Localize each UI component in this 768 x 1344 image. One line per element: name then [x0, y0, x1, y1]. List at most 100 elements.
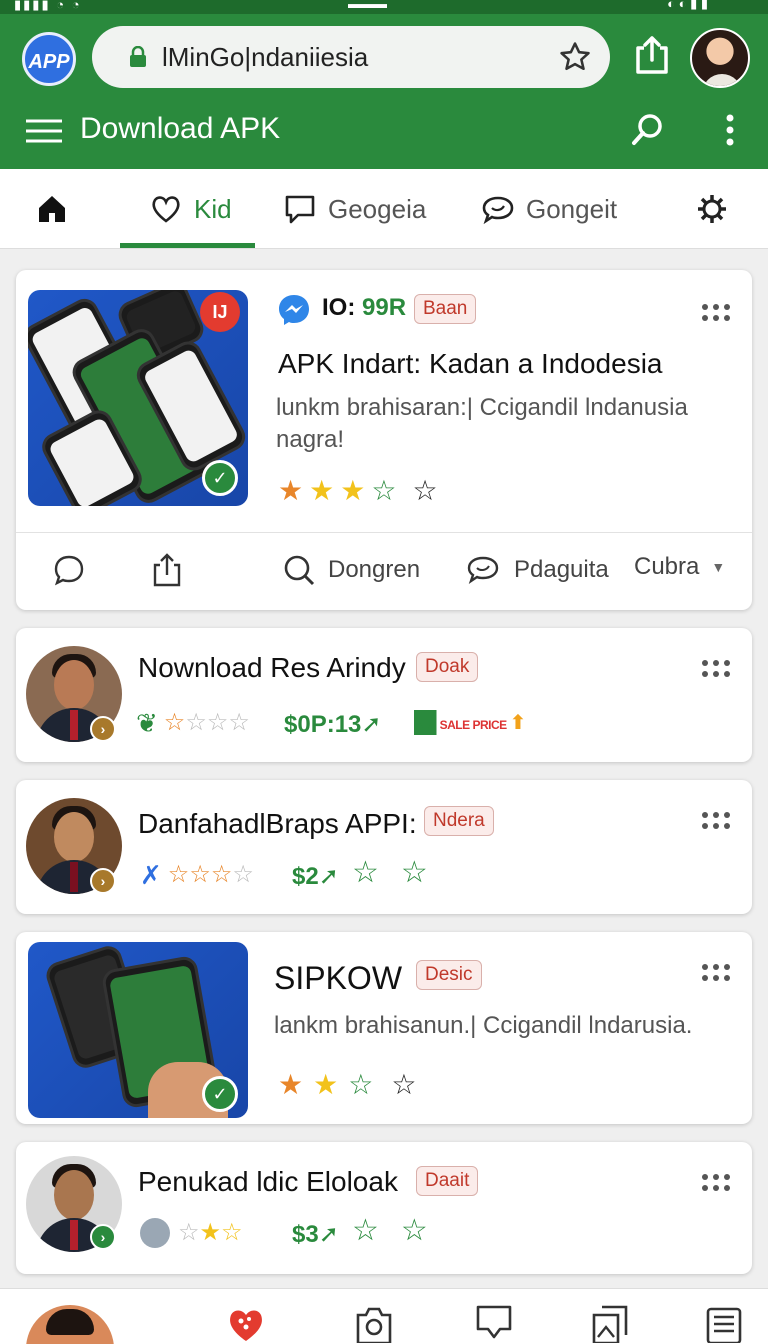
filter-dropdown[interactable]: Cubra ▼: [634, 553, 725, 581]
star-outline-icon: ☆: [221, 1219, 243, 1246]
app-title[interactable]: APK Indart: Kadan a Indodesia: [278, 348, 663, 380]
verified-check-icon: ✓: [202, 1076, 238, 1112]
chat-action[interactable]: Pdaguita: [466, 553, 609, 587]
share-button[interactable]: [150, 553, 184, 587]
url-text[interactable]: lMinGo|ndaniiesia: [162, 42, 368, 73]
heart-icon: [152, 196, 180, 223]
avatar-tie: [70, 862, 78, 892]
status-bar: ▮▮▮▮ ◔ ◔ ▬▬▬ ◐ ◐ ▮ ▮: [0, 0, 768, 14]
app-card[interactable]: ✓ SIPKOW Desic lankm brahisanun.| Ccigan…: [16, 932, 752, 1124]
star-outline-icon: ☆: [167, 861, 190, 888]
gallery-icon[interactable]: [590, 1303, 630, 1343]
search-icon: [284, 555, 315, 586]
search-action-label: Dongren: [328, 556, 421, 583]
hamburger-menu-icon[interactable]: [26, 118, 62, 144]
price-label: $3➚: [292, 1221, 339, 1248]
verified-check-icon: ✓: [202, 460, 238, 496]
url-bar[interactable]: lMinGo|ndaniiesia: [92, 26, 610, 88]
news-icon[interactable]: [704, 1303, 744, 1343]
star-icon: ★: [340, 475, 366, 506]
app-title[interactable]: DanfahadlBraps APPI:: [138, 808, 417, 840]
card-options-icon[interactable]: [702, 304, 732, 324]
avatar-face: [54, 660, 94, 710]
share-icon[interactable]: [632, 34, 672, 76]
more-vert-icon[interactable]: [718, 112, 742, 148]
star-outline-icon[interactable]: ☆: [401, 858, 428, 888]
app-header: APP lMinGo|ndaniiesia Download APK: [0, 14, 768, 169]
user-avatar[interactable]: [690, 28, 750, 88]
tab-settings[interactable]: [696, 169, 740, 249]
app-logo[interactable]: APP: [22, 32, 76, 86]
category-tag[interactable]: Desic: [416, 960, 482, 990]
search-icon[interactable]: [630, 112, 666, 148]
app-screenshot-thumbnail[interactable]: ✓: [28, 942, 248, 1118]
card-options-icon[interactable]: [702, 964, 732, 984]
lock-icon: [130, 46, 146, 67]
camera-icon[interactable]: [354, 1303, 394, 1343]
avatar-hair: [46, 1309, 94, 1335]
chevron-right-icon: ›: [90, 868, 116, 894]
rating-stars: ❦ ☆ ☆ ☆ ☆: [136, 708, 250, 738]
app-screenshot-thumbnail[interactable]: IJ ✓: [28, 290, 248, 506]
star-outline-icon: ☆: [348, 1069, 374, 1100]
star-icon: ★: [199, 1219, 222, 1246]
tab-geogeia[interactable]: Geogeia: [284, 169, 426, 249]
category-tag[interactable]: Doak: [416, 652, 479, 682]
star-icon: ★: [278, 1069, 304, 1100]
chat-action-label: Pdaguita: [514, 556, 609, 583]
tab-label: Geogeia: [328, 193, 427, 224]
app-meta: IO: 99R: [322, 294, 407, 321]
star-outline-icon: ☆: [206, 709, 229, 736]
profile-avatar[interactable]: [26, 1305, 114, 1344]
star-outline-icon: ☆: [189, 861, 211, 888]
gear-icon: [698, 195, 726, 223]
star-outline-icon: ☆: [232, 861, 254, 888]
app-card[interactable]: › Nownload Res Arindy Doak ❦ ☆ ☆ ☆ ☆ $0P…: [16, 628, 752, 762]
app-title[interactable]: Nownload Res Arindy: [138, 652, 406, 684]
category-tag[interactable]: Baan: [414, 294, 477, 324]
card-options-icon[interactable]: [702, 812, 732, 832]
card-options-icon[interactable]: [702, 1174, 732, 1194]
runner-icon: ✗: [140, 860, 162, 890]
star-outline-icon[interactable]: ☆: [391, 1070, 416, 1100]
chat-icon[interactable]: [474, 1303, 514, 1343]
app-card[interactable]: › Penukad ldic Eloloak Daait ☆ ★ ☆ $3➚ ☆…: [16, 1142, 752, 1274]
comment-button[interactable]: [52, 553, 86, 587]
tab-gongeit[interactable]: Gongeit: [482, 169, 617, 249]
tab-label: Kid: [194, 193, 232, 224]
heart-icon[interactable]: [226, 1303, 266, 1343]
category-tag[interactable]: Daait: [416, 1166, 479, 1196]
search-action[interactable]: Dongren: [282, 553, 420, 587]
chevron-right-icon: ›: [90, 1224, 116, 1250]
star-outline-icon[interactable]: ☆: [412, 476, 437, 506]
star-icon: ★: [278, 475, 304, 506]
app-title[interactable]: SIPKOW: [274, 960, 402, 997]
clock-icon: ▬▬▬: [348, 0, 387, 11]
star-outline-icon: ☆: [185, 709, 207, 736]
star-outline-icon[interactable]: ☆: [352, 858, 379, 888]
avatar-face: [54, 812, 94, 862]
card-options-icon[interactable]: [702, 660, 732, 680]
tab-label: Gongeit: [526, 193, 618, 224]
bookmark-star-icon[interactable]: [558, 40, 592, 74]
avatar-face: [54, 1170, 94, 1220]
star-icon: ★: [313, 1069, 339, 1100]
rating-stars: ★ ★ ☆ ☆: [278, 1070, 422, 1100]
rating-stars: ☆ ★ ☆: [140, 1218, 243, 1248]
app-card-featured[interactable]: IJ ✓ IO: 99R Baan APK Indart: Kadan a In…: [16, 270, 752, 610]
star-outline-icon[interactable]: ☆: [401, 1216, 428, 1246]
promo-text: SALE PRICE: [439, 718, 508, 732]
category-tag[interactable]: Ndera: [424, 806, 494, 836]
chat-bubble-icon: [285, 195, 315, 224]
app-card[interactable]: › DanfahadlBraps APPI: Ndera ✗ ☆ ☆ ☆ ☆ $…: [16, 780, 752, 914]
app-title[interactable]: Penukad ldic Eloloak: [138, 1166, 398, 1198]
active-tab-indicator: [120, 243, 255, 248]
tab-kid[interactable]: Kid: [150, 169, 232, 249]
tab-home[interactable]: [36, 169, 80, 249]
chevron-right-icon: ›: [90, 716, 116, 742]
rating-stars: ✗ ☆ ☆ ☆ ☆: [140, 860, 254, 890]
filter-label: Cubra: [634, 553, 700, 580]
messenger-icon: [279, 295, 309, 325]
star-outline-icon[interactable]: ☆: [352, 1216, 379, 1246]
app-description: lunkm brahisaran:| Ccigandil lndanusia n…: [276, 394, 688, 453]
